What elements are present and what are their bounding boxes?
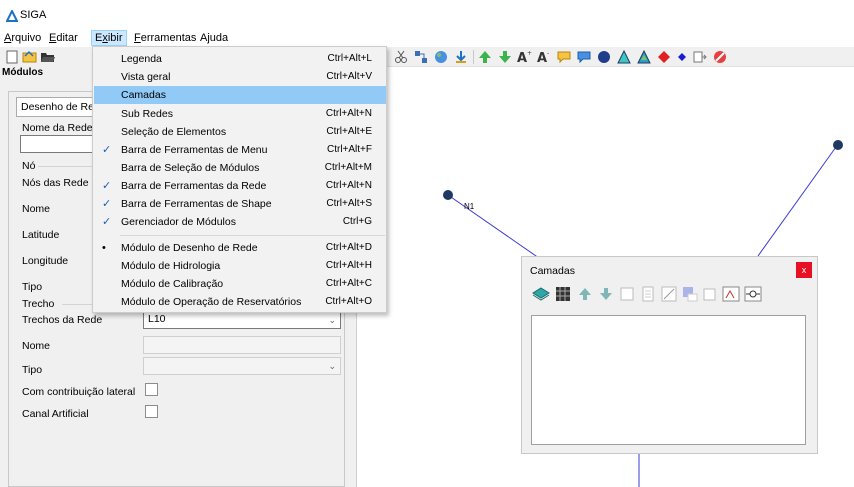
menu-item-legenda[interactable]: Legenda Ctrl+Alt+L [94, 50, 386, 68]
grid-icon[interactable] [554, 285, 572, 303]
arrow-up-icon[interactable] [477, 49, 493, 65]
add-layer-icon[interactable] [618, 285, 636, 303]
speech-bubble-yellow-icon[interactable] [556, 49, 572, 65]
properties-icon[interactable] [639, 285, 657, 303]
menu-item-modulo-operacao-reservatorios[interactable]: Módulo de Operação de Reservatórios Ctrl… [94, 293, 386, 311]
menu-item-barra-ferramentas-rede[interactable]: ✓ Barra de Ferramentas da Rede Ctrl+Alt+… [94, 177, 386, 195]
menu-ferramentas[interactable]: Ferramentas [131, 30, 199, 46]
toolbar-separator [473, 50, 474, 64]
menu-item-barra-ferramentas-menu[interactable]: ✓ Barra de Ferramentas de Menu Ctrl+Alt+… [94, 141, 386, 159]
menu-bar: Arquivo Editar Exibir Ferramentas Ajuda [0, 30, 854, 46]
menu-item-camadas[interactable]: Camadas [94, 86, 386, 104]
menu-item-selecao-de-elementos[interactable]: Seleção de Elementos Ctrl+Alt+E [94, 123, 386, 141]
svg-text:-: - [547, 50, 549, 57]
trecho-group-divider [62, 304, 92, 305]
app-title: SIGA [20, 9, 47, 21]
trecho-nome-label: Nome [22, 340, 51, 352]
contribuicao-lateral-label: Com contribuição lateral [22, 386, 136, 398]
trecho-tipo-select[interactable]: ⌄ [143, 357, 341, 375]
nome-da-rede-input[interactable] [20, 135, 100, 153]
checkmark-icon: ✓ [102, 180, 112, 192]
menu-ajuda[interactable]: Ajuda [197, 30, 231, 46]
exibir-dropdown: Legenda Ctrl+Alt+L Vista geral Ctrl+Alt+… [92, 46, 387, 313]
move-down-icon[interactable] [597, 285, 615, 303]
triangle-reservoir-icon[interactable] [636, 49, 652, 65]
trechos-da-rede-label: Trechos da Rede [22, 314, 103, 326]
speech-bubble-blue-icon[interactable] [576, 49, 592, 65]
new-file-icon[interactable] [4, 49, 20, 65]
trechos-da-rede-value: L10 [148, 313, 166, 325]
trechos-da-rede-select[interactable]: L10 ⌄ [143, 311, 341, 329]
canal-artificial-label: Canal Artificial [22, 408, 89, 420]
node-right[interactable] [833, 140, 843, 150]
no-tipo-label: Tipo [22, 281, 43, 293]
menu-item-sub-redes[interactable]: Sub Redes Ctrl+Alt+N [94, 105, 386, 123]
latitude-label: Latitude [22, 229, 60, 241]
tp-layer-icon[interactable] [702, 285, 720, 303]
tab-desenho-de-rede[interactable]: Desenho de Rede [16, 97, 96, 117]
menu-item-modulo-desenho-rede[interactable]: • Módulo de Desenho de Rede Ctrl+Alt+D [94, 239, 386, 257]
flow-chart-icon[interactable] [692, 49, 708, 65]
checkmark-icon: ✓ [102, 198, 112, 210]
checkmark-icon: ✓ [102, 144, 112, 156]
folder-icon[interactable] [40, 49, 56, 65]
no-group-label: Nó [22, 160, 36, 172]
close-icon[interactable]: x [796, 262, 812, 278]
nos-da-rede-label: Nós das Rede [22, 177, 89, 189]
contribuicao-lateral-checkbox[interactable] [145, 383, 158, 396]
font-decrease-icon[interactable]: A- [536, 49, 552, 65]
camadas-title: Camadas [530, 265, 575, 277]
layers-icon[interactable] [532, 285, 550, 303]
node-n1[interactable] [443, 190, 453, 200]
menu-item-modulo-calibracao[interactable]: Módulo de Calibração Ctrl+Alt+C [94, 275, 386, 293]
cut-icon[interactable] [393, 49, 409, 65]
download-icon[interactable] [453, 49, 469, 65]
circle-node-icon[interactable] [596, 49, 612, 65]
triangle-cyan-icon[interactable] [616, 49, 632, 65]
radio-dot-icon: • [102, 242, 106, 254]
nome-da-rede-label: Nome da Rede [22, 122, 93, 134]
menu-item-gerenciador-modulos[interactable]: ✓ Gerenciador de Módulos Ctrl+G [94, 213, 386, 231]
longitude-label: Longitude [22, 255, 69, 267]
background-layer-icon[interactable] [681, 285, 699, 303]
diamond-red-icon[interactable] [656, 49, 672, 65]
menu-item-modulo-hidrologia[interactable]: Módulo de Hidrologia Ctrl+Alt+H [94, 257, 386, 275]
camadas-list[interactable] [531, 315, 806, 445]
menu-item-vista-geral[interactable]: Vista geral Ctrl+Alt+V [94, 68, 386, 86]
no-nome-label: Nome [22, 203, 51, 215]
chevron-down-icon: ⌄ [328, 361, 336, 371]
svg-text:A: A [517, 51, 527, 64]
trecho-nome-input[interactable] [143, 336, 341, 354]
network-icon[interactable] [413, 49, 429, 65]
line-layer-icon[interactable] [660, 285, 678, 303]
camadas-window: Camadas x [521, 256, 818, 454]
canal-artificial-checkbox[interactable] [145, 405, 158, 418]
trecho-line-right[interactable] [757, 146, 837, 257]
globe-icon[interactable] [433, 49, 449, 65]
menu-item-barra-selecao-modulos[interactable]: Barra de Seleção de Módulos Ctrl+Alt+M [94, 159, 386, 177]
diamond-blue-icon[interactable] [674, 49, 690, 65]
text-layer-icon[interactable] [722, 285, 740, 303]
move-up-icon[interactable] [576, 285, 594, 303]
no-group-divider [38, 166, 92, 167]
arrow-down-icon[interactable] [497, 49, 513, 65]
svg-text:+: + [527, 50, 532, 57]
svg-text:A: A [537, 51, 547, 64]
trecho-tipo-label: Tipo [22, 364, 43, 376]
title-bar: SIGA [0, 0, 854, 30]
menu-separator [120, 235, 385, 236]
menu-exibir[interactable]: Exibir [91, 30, 127, 46]
trecho-group-label: Trecho [22, 298, 55, 310]
settings-layer-icon[interactable] [744, 285, 762, 303]
menu-item-barra-ferramentas-shape[interactable]: ✓ Barra de Ferramentas de Shape Ctrl+Alt… [94, 195, 386, 213]
chevron-down-icon: ⌄ [328, 315, 336, 325]
siga-logo-icon [6, 10, 18, 22]
open-file-icon[interactable] [22, 49, 38, 65]
menu-editar[interactable]: Editar [46, 30, 81, 46]
menu-arquivo[interactable]: Arquivo [1, 30, 44, 46]
font-increase-icon[interactable]: A + [516, 49, 532, 65]
checkmark-icon: ✓ [102, 216, 112, 228]
node-n1-label: N1 [464, 202, 475, 211]
no-entry-icon[interactable] [712, 49, 728, 65]
